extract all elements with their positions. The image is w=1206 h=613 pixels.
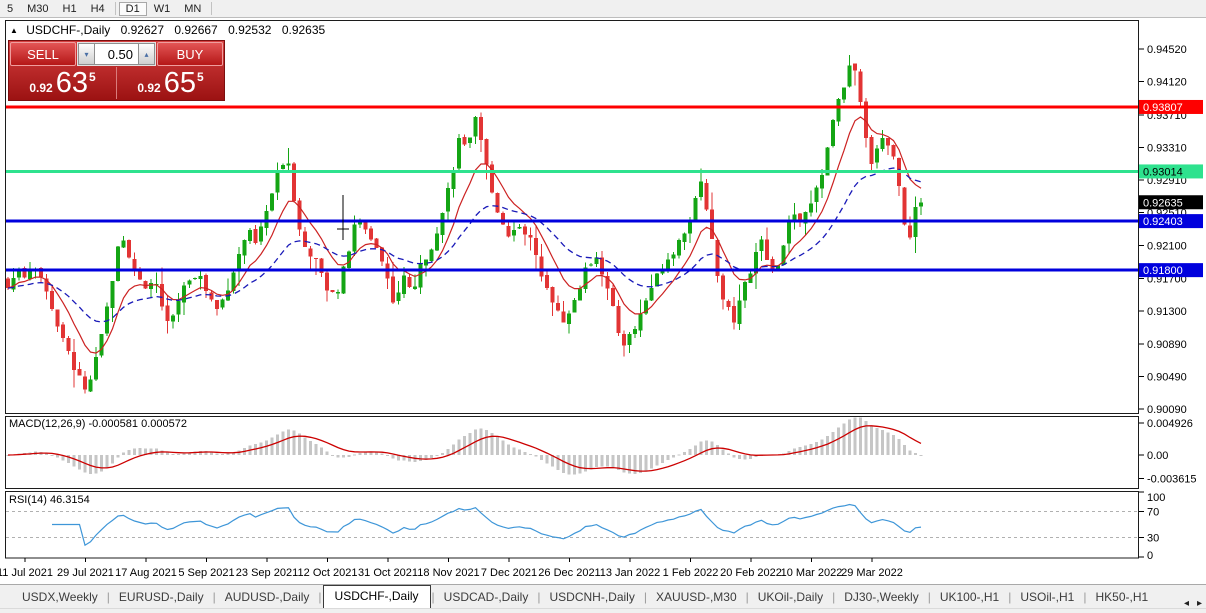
axis-label: 10 Mar 2022 bbox=[781, 567, 843, 579]
ma-slow-line bbox=[8, 168, 921, 322]
drawing-object bbox=[337, 195, 349, 240]
axis-label: 70 bbox=[1147, 507, 1159, 519]
timeframe-m5[interactable]: 5 bbox=[0, 2, 20, 16]
tabs-scroll-left-icon[interactable]: ◂ bbox=[1184, 598, 1189, 609]
sell-price-sup: 5 bbox=[89, 70, 96, 84]
timeframe-w1[interactable]: W1 bbox=[147, 2, 178, 16]
axis-label: 7 Dec 2021 bbox=[481, 567, 537, 579]
axis-label: 0.91300 bbox=[1147, 306, 1187, 318]
macd-indicator-label: MACD(12,26,9) -0.000581 0.000572 bbox=[9, 418, 187, 430]
collapse-triangle-icon[interactable]: ▲ bbox=[10, 26, 18, 35]
axis-label: 0.93310 bbox=[1147, 142, 1187, 154]
bottom-tab-usdcnh-daily[interactable]: USDCNH-,Daily bbox=[541, 587, 642, 608]
buy-price-sup: 5 bbox=[197, 70, 204, 84]
rsi-line bbox=[52, 505, 921, 546]
chart-symbol-label: USDCHF-,Daily bbox=[26, 23, 110, 37]
axis-label: 30 bbox=[1147, 533, 1159, 545]
one-click-trading-panel: SELL ▾ 0.50 ▴ BUY 0.92 63 5 0.92 65 5 bbox=[8, 40, 225, 101]
volume-decrease-icon[interactable]: ▾ bbox=[78, 43, 95, 65]
bottom-tab-usdcad-daily[interactable]: USDCAD-,Daily bbox=[436, 587, 537, 608]
horizontal-level-lines bbox=[6, 107, 1138, 270]
tabs-scroll-controls: ◂ ▸ bbox=[1184, 598, 1202, 609]
buy-price-button[interactable]: 0.92 65 5 bbox=[116, 67, 224, 99]
volume-increase-icon[interactable]: ▴ bbox=[138, 43, 155, 65]
rsi-pane-content bbox=[6, 505, 1138, 546]
price-close: 0.92635 bbox=[282, 23, 325, 37]
axis-label: 18 Nov 2021 bbox=[417, 567, 479, 579]
volume-control: ▾ 0.50 ▴ bbox=[77, 42, 156, 66]
axis-label: 0.94120 bbox=[1147, 77, 1187, 89]
axis-label: 0.93807 bbox=[1143, 102, 1183, 114]
sell-button[interactable]: SELL bbox=[10, 42, 76, 66]
bottom-tab-usdchf-daily[interactable]: USDCHF-,Daily bbox=[323, 585, 431, 608]
bottom-tab-xauusd-m30[interactable]: XAUUSD-,M30 bbox=[648, 587, 745, 608]
bottom-tab-ukoil-daily[interactable]: UKOil-,Daily bbox=[750, 587, 831, 608]
axis-label: 11 Jul 2021 bbox=[0, 567, 53, 579]
timeframe-h1[interactable]: H1 bbox=[56, 2, 84, 16]
chart-title: ▲ USDCHF-,Daily 0.92627 0.92667 0.92532 … bbox=[10, 23, 325, 37]
sell-price-big: 63 bbox=[56, 69, 88, 97]
chart-tabbar: USDX,Weekly|EURUSD-,Daily|AUDUSD-,Daily|… bbox=[0, 584, 1206, 608]
toolbar-separator bbox=[211, 2, 212, 15]
bottom-tab-uk100-h1[interactable]: UK100-,H1 bbox=[932, 587, 1007, 608]
buy-button[interactable]: BUY bbox=[157, 42, 223, 66]
ma-fast-line bbox=[8, 117, 921, 353]
bottom-tab-hk50-h1[interactable]: HK50-,H1 bbox=[1087, 587, 1156, 608]
volume-input[interactable]: 0.50 bbox=[95, 43, 138, 65]
date-axis: 11 Jul 2021 29 Jul 202117 Aug 20215 Sep 2… bbox=[0, 558, 903, 579]
axis-label: 26 Dec 2021 bbox=[538, 567, 600, 579]
timeframe-d1[interactable]: D1 bbox=[119, 2, 147, 16]
axis-label: 13 Jan 2022 bbox=[600, 567, 661, 579]
axis-label: 0.92635 bbox=[1143, 197, 1183, 209]
axis-label: 0 bbox=[1147, 550, 1153, 562]
axis-label: 0.90090 bbox=[1147, 404, 1187, 416]
sell-price-button[interactable]: 0.92 63 5 bbox=[9, 67, 116, 99]
bottom-tab-dj30-weekly[interactable]: DJ30-,Weekly bbox=[836, 587, 926, 608]
timeframe-mn[interactable]: MN bbox=[177, 2, 208, 16]
price-low: 0.92532 bbox=[228, 23, 271, 37]
axis-label: 29 Jul 2021 bbox=[57, 567, 114, 579]
axis-label: 12 Oct 2021 bbox=[298, 567, 358, 579]
bottom-tab-eurusd-daily[interactable]: EURUSD-,Daily bbox=[111, 587, 212, 608]
pane-frames bbox=[6, 21, 1139, 559]
bottom-tab-audusd-daily[interactable]: AUDUSD-,Daily bbox=[217, 587, 318, 608]
buy-price-big: 65 bbox=[164, 69, 196, 97]
trading-terminal-window: 0.945200.941200.937100.933100.929100.925… bbox=[0, 0, 1206, 613]
axis-label: 5 Sep 2021 bbox=[178, 567, 234, 579]
axis-label: 0.94520 bbox=[1147, 44, 1187, 56]
axis-label: 0.00 bbox=[1147, 450, 1168, 462]
bottom-tab-usoil-h1[interactable]: USOil-,H1 bbox=[1012, 587, 1082, 608]
buy-price-base: 0.92 bbox=[137, 81, 160, 95]
axis-label: 1 Feb 2022 bbox=[663, 567, 719, 579]
chart-tabs: USDX,Weekly|EURUSD-,Daily|AUDUSD-,Daily|… bbox=[14, 585, 1156, 608]
rsi-indicator-label: RSI(14) 46.3154 bbox=[9, 494, 90, 506]
timeframe-m30[interactable]: M30 bbox=[20, 2, 55, 16]
axis-label: 100 bbox=[1147, 492, 1165, 504]
bottom-tab-usdx-weekly[interactable]: USDX,Weekly bbox=[14, 587, 106, 608]
tabs-scroll-right-icon[interactable]: ▸ bbox=[1197, 598, 1202, 609]
axis-label: 0.92403 bbox=[1143, 216, 1183, 228]
moving-averages bbox=[8, 117, 921, 353]
axis-label: 0.93014 bbox=[1143, 166, 1183, 178]
status-strip bbox=[0, 608, 1206, 613]
axis-label: 17 Aug 2021 bbox=[115, 567, 177, 579]
toolbar-separator bbox=[115, 2, 116, 15]
axis-label: 31 Oct 2021 bbox=[358, 567, 418, 579]
axis-label: 20 Feb 2022 bbox=[720, 567, 782, 579]
axis-label: 0.90490 bbox=[1147, 372, 1187, 384]
axis-label: 0.90890 bbox=[1147, 339, 1187, 351]
axis-label: 29 Mar 2022 bbox=[841, 567, 903, 579]
axis-label: -0.003615 bbox=[1147, 473, 1197, 485]
timeframe-toolbar: 5 M30 H1 H4 D1 W1 MN bbox=[0, 0, 1206, 18]
timeframe-h4[interactable]: H4 bbox=[84, 2, 112, 16]
axis-label: 0.92100 bbox=[1147, 241, 1187, 253]
price-axis: 0.945200.941200.937100.933100.929100.925… bbox=[1139, 44, 1197, 562]
axis-label: 23 Sep 2021 bbox=[236, 567, 298, 579]
price-high: 0.92667 bbox=[174, 23, 217, 37]
price-open: 0.92627 bbox=[121, 23, 164, 37]
pane-border-2 bbox=[6, 492, 1139, 559]
axis-label: 0.004926 bbox=[1147, 418, 1193, 430]
axis-label: 0.91800 bbox=[1143, 265, 1183, 277]
sell-price-base: 0.92 bbox=[29, 81, 52, 95]
